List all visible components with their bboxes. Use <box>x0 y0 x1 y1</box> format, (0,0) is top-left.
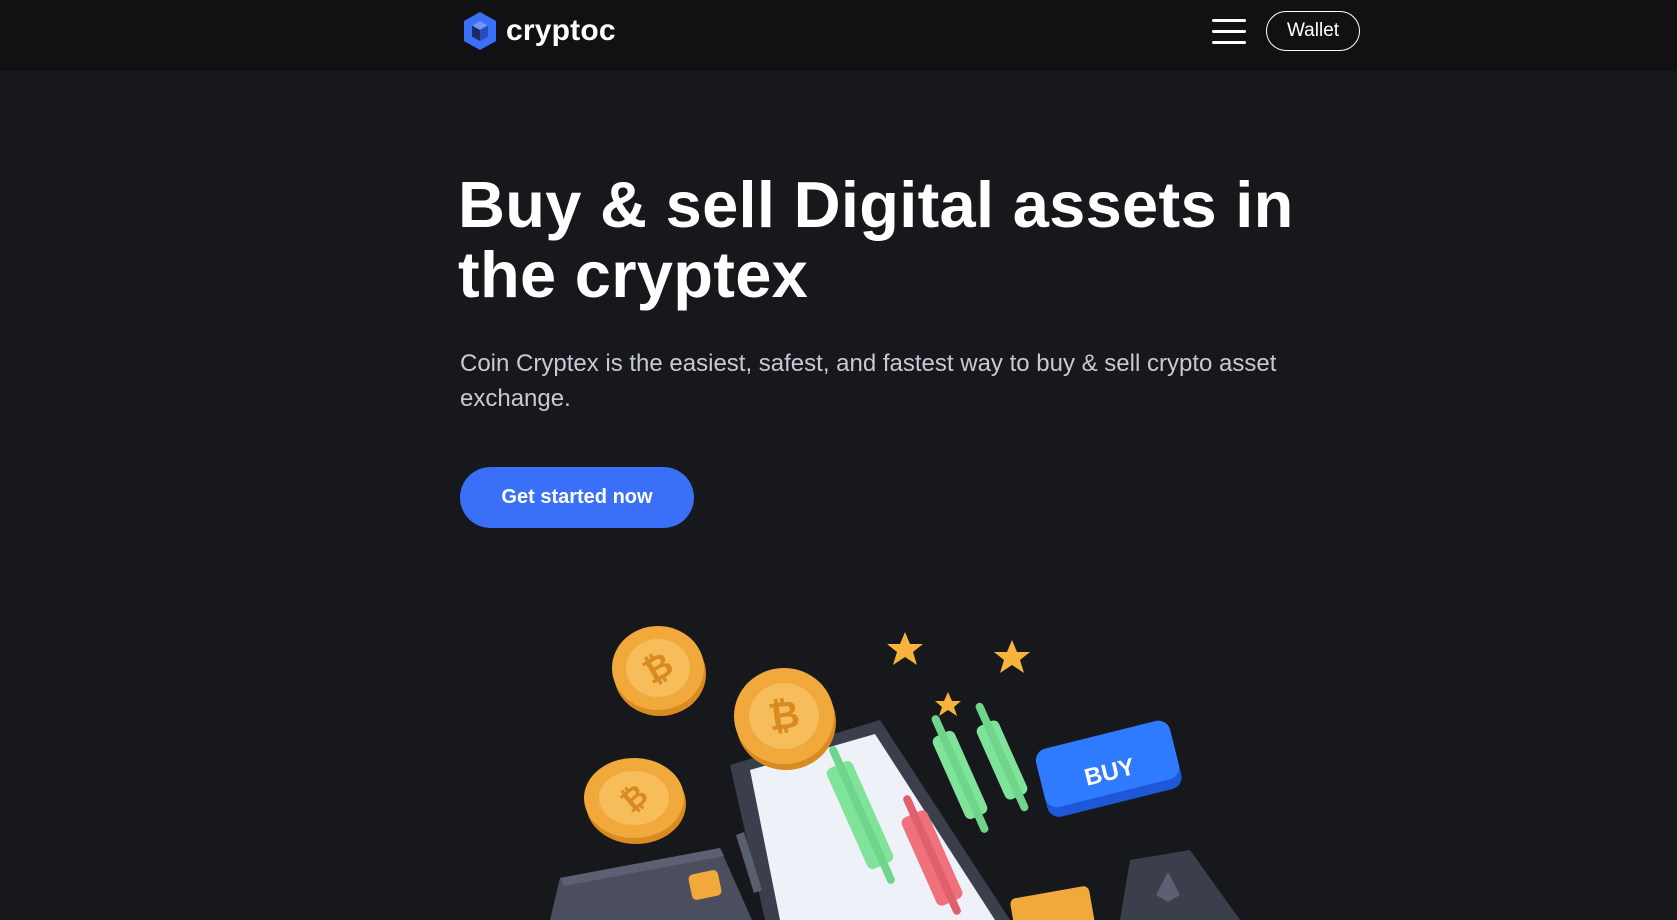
brand-logo-link[interactable]: cryptoc <box>462 11 616 51</box>
hero-subtitle: Coin Cryptex is the easiest, safest, and… <box>460 350 1277 412</box>
brand-name: cryptoc <box>506 14 616 47</box>
star-icon <box>994 640 1030 673</box>
gold-block-icon <box>1010 886 1095 920</box>
bitcoin-symbol: ₿ <box>766 692 803 740</box>
bitcoin-coin-icon: ₿ <box>734 668 836 770</box>
bitcoin-coin-icon: ₿ <box>584 758 686 844</box>
ethereum-block-icon <box>1120 850 1240 920</box>
cube-logo-icon <box>464 12 496 50</box>
hamburger-menu-button[interactable] <box>1212 17 1248 45</box>
crypto-trading-illustration: BUY ₿ ₿ ₿ <box>550 626 1240 920</box>
star-icon <box>935 692 961 716</box>
hamburger-menu-icon-bar <box>1212 40 1246 44</box>
bitcoin-coin-icon: ₿ <box>612 626 706 716</box>
hamburger-menu-icon-bar <box>1212 29 1246 33</box>
hero-title: Buy & sell Digital assets in the cryptex <box>458 168 1294 311</box>
wallet-button[interactable]: Wallet <box>1266 11 1360 51</box>
top-navigation-bar: cryptoc Wallet <box>0 0 1677 71</box>
get-started-button[interactable]: Get started now <box>460 467 694 528</box>
bank-card-icon <box>550 848 752 920</box>
star-icon <box>887 632 923 665</box>
buy-tag-icon: BUY <box>1035 720 1182 817</box>
hamburger-menu-icon-bar <box>1212 18 1246 22</box>
